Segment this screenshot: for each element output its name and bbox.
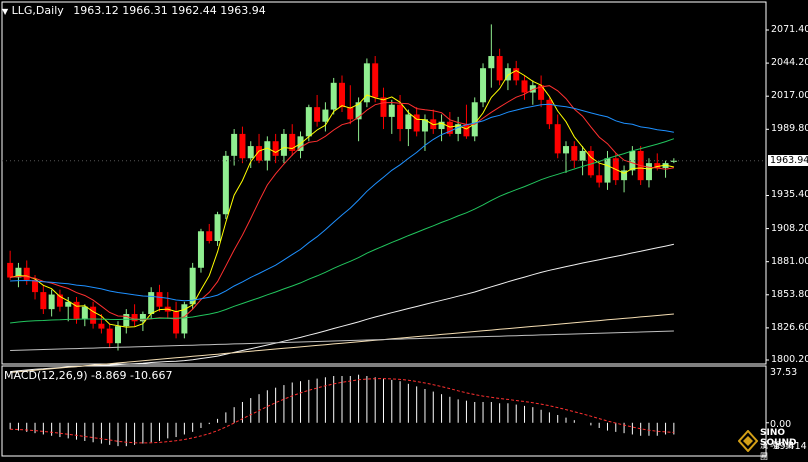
price-axis-label: 1989.80 (771, 123, 808, 135)
candle-body (314, 107, 321, 122)
symbol-label: LLG,Daily (11, 4, 64, 17)
price-axis-label: 1826.60 (771, 321, 808, 333)
ma120-line (10, 243, 675, 373)
price-axis-label: 2071.40 (771, 24, 808, 35)
candle-body (604, 158, 611, 183)
candle-body (90, 306, 97, 324)
candle-body (173, 311, 180, 334)
candle-body (222, 155, 229, 215)
candle-body (463, 124, 470, 137)
candle-body (596, 175, 603, 183)
price-axis-label: 1853.80 (771, 288, 808, 300)
price-pane-frame (1, 1, 767, 365)
candle-body (23, 267, 30, 280)
candle-body (471, 102, 478, 137)
candle-body (280, 133, 287, 156)
candle-body (554, 124, 561, 154)
candle-body (670, 160, 677, 162)
candle-body (480, 68, 487, 103)
price-axis-label: 1800.20 (771, 354, 808, 365)
price-chart[interactable] (0, 0, 808, 459)
current-price-tag: 1963.94 (768, 154, 808, 166)
candle-body (380, 97, 387, 117)
candle-body (645, 163, 652, 181)
ohlc-readout: 1963.12 1966.31 1962.44 1963.94 (73, 4, 266, 17)
price-axis-label: 1935.40 (771, 189, 808, 201)
candle-body (372, 63, 379, 98)
price-axis-label: 1908.20 (771, 222, 808, 234)
candle-body (231, 133, 238, 156)
candle-body (264, 141, 271, 161)
candle-body (40, 292, 47, 310)
candle-body (239, 133, 246, 159)
candle-body (397, 104, 404, 130)
candle-body (496, 56, 503, 81)
candle-body (363, 63, 370, 103)
diamond-logo-icon (738, 430, 758, 452)
candle-body (339, 82, 345, 108)
chart-header: ▼ LLG,Daily 1963.12 1966.31 1962.44 1963… (2, 4, 266, 17)
candle-body (32, 279, 39, 293)
candle-body (546, 99, 553, 125)
sino-sound-logo: SINO SOUND 漢 聲 集 團 (738, 428, 804, 461)
candle-body (388, 104, 395, 117)
candle-body (521, 80, 528, 93)
price-axis-label: 2044.20 (771, 57, 808, 69)
candle-body (81, 306, 88, 319)
candle-body (405, 114, 412, 130)
candle-body (197, 231, 204, 268)
ma30-line (10, 103, 674, 302)
candle-body (272, 141, 279, 156)
candle-body (214, 214, 221, 241)
candle-body (98, 323, 105, 329)
candle-body (131, 314, 138, 322)
candle-body (48, 294, 55, 310)
candle-body (206, 231, 213, 241)
triangle-down-icon[interactable]: ▼ (2, 7, 8, 16)
candle-body (7, 262, 14, 278)
candle-body (106, 328, 113, 344)
candle-body (115, 326, 121, 344)
candle-body (488, 56, 495, 69)
macd-label: MACD(12,26,9) -8.869 -10.667 (4, 369, 173, 382)
price-axis-label: 2017.00 (771, 90, 808, 102)
candle-body (189, 267, 196, 305)
candle-body (330, 82, 337, 110)
candle-body (347, 107, 354, 120)
candle-body (322, 109, 329, 122)
candle-body (305, 107, 312, 137)
macd-axis-top: 37.53 (770, 367, 798, 378)
chart-window[interactable]: ▼ LLG,Daily 1963.12 1966.31 1962.44 1963… (0, 0, 808, 461)
candle-body (571, 146, 578, 161)
price-axis-label: 1881.00 (771, 255, 808, 267)
candle-body (247, 146, 254, 159)
candle-body (579, 150, 586, 161)
ma10-line (10, 85, 674, 321)
candle-body (563, 146, 569, 154)
candle-body (156, 292, 163, 307)
candle-body (148, 292, 155, 315)
